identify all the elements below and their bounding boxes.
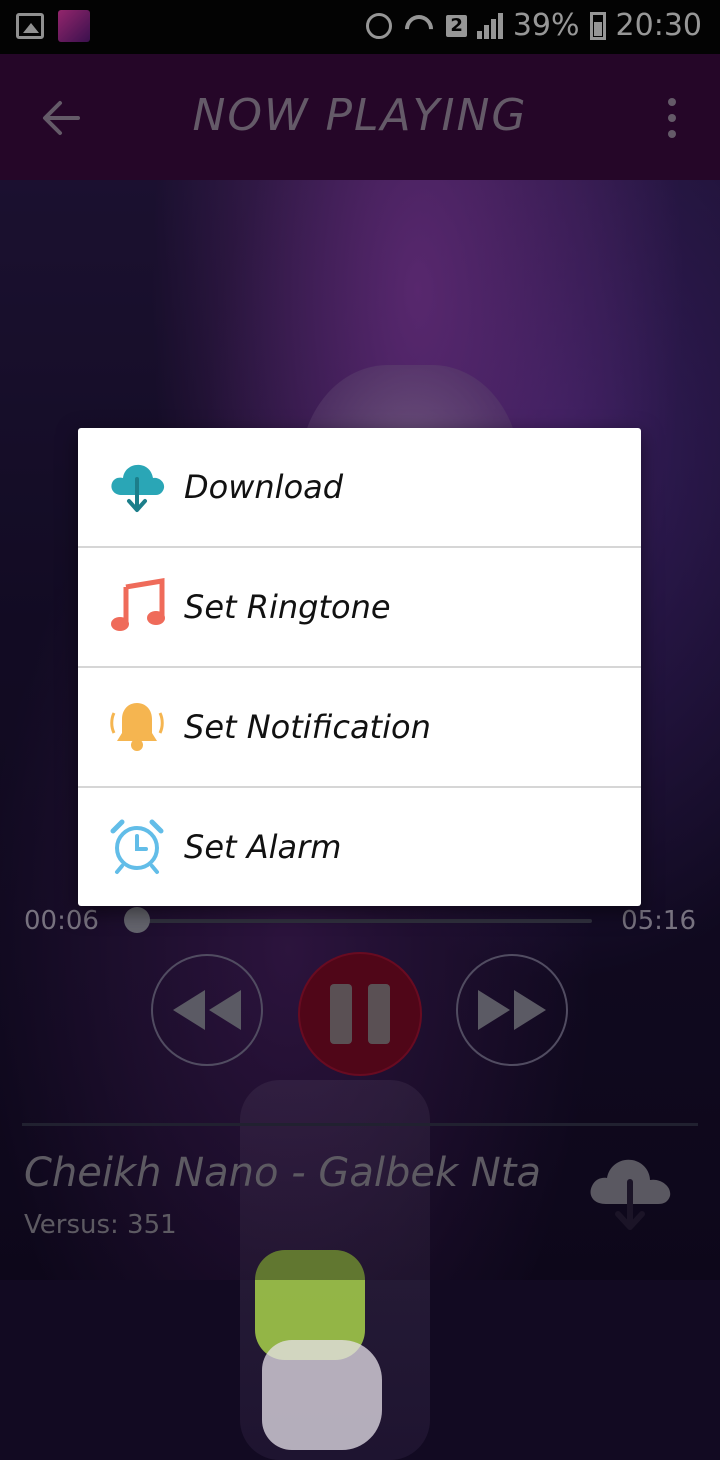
cloud-download-icon [111,464,165,512]
menu-item-label: Set Alarm [184,828,342,866]
menu-item-set-ringtone[interactable]: Set Ringtone [78,548,641,666]
sneaker [262,1340,382,1450]
music-note-icon [111,578,165,631]
menu-item-set-notification[interactable]: Set Notification [78,668,641,786]
menu-item-download[interactable]: Download [78,428,641,546]
bell-icon [110,703,164,751]
menu-item-label: Set Ringtone [184,588,391,626]
menu-item-label: Set Notification [184,708,431,746]
menu-item-label: Download [184,468,344,506]
alarm-clock-icon [110,819,164,874]
options-dialog: Download Set Ringtone Set Notification S… [78,428,641,906]
menu-item-set-alarm[interactable]: Set Alarm [78,788,641,906]
